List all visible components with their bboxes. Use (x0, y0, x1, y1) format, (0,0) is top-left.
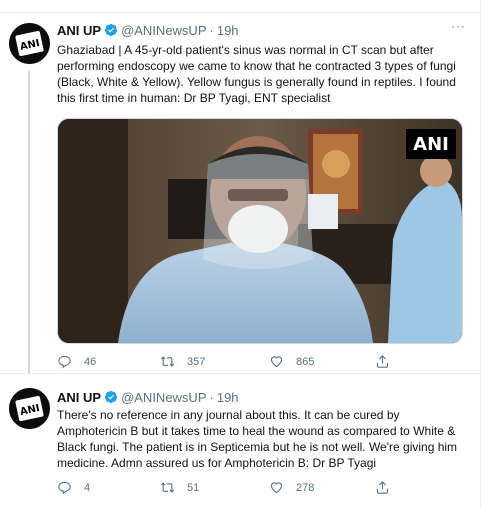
separator: · (209, 22, 214, 38)
tweet-text: There's no reference in any journal abou… (57, 408, 458, 470)
reply-icon (58, 355, 71, 369)
retweet-button[interactable]: 357 (160, 354, 205, 369)
retweet-count: 51 (187, 481, 200, 494)
reply-count: 46 (84, 355, 97, 368)
share-button[interactable] (375, 480, 402, 495)
ani-logo-avatar: ANI (9, 388, 50, 429)
like-icon (270, 482, 283, 494)
like-button[interactable]: 278 (269, 480, 314, 495)
media-watermark: ANI (406, 129, 456, 159)
reply-icon (58, 481, 71, 495)
author-handle[interactable]: @ANINewsUP (121, 23, 206, 38)
tweet-media-video[interactable]: ANI (57, 118, 463, 344)
author-handle[interactable]: @ANINewsUP (121, 390, 206, 405)
action-bar: 46 357 865 (57, 354, 389, 372)
top-divider (0, 0, 481, 13)
like-count: 865 (296, 355, 315, 368)
author-avatar[interactable]: ANI (9, 388, 50, 429)
author-name[interactable]: ANI UP (57, 390, 101, 405)
like-icon (270, 356, 283, 368)
share-icon (376, 481, 389, 494)
thread-connector (28, 71, 30, 373)
retweet-icon (160, 482, 175, 493)
author-name[interactable]: ANI UP (57, 23, 101, 38)
retweet-button[interactable]: 51 (160, 480, 199, 495)
like-button[interactable]: 865 (269, 354, 314, 369)
author-avatar[interactable]: ANI (9, 23, 50, 64)
ani-logo-avatar: ANI (9, 23, 50, 64)
retweet-icon (160, 356, 175, 367)
tweet-2[interactable]: ANI ANI UP @ANINewsUP · 19h There's no r… (0, 374, 480, 508)
video-frame (58, 119, 462, 343)
tweet-header: ANI UP @ANINewsUP · 19h (57, 21, 239, 39)
reply-button[interactable]: 46 (57, 354, 96, 369)
verified-badge-icon (104, 23, 118, 37)
action-bar: 4 51 278 (57, 480, 389, 498)
share-icon (376, 355, 389, 368)
separator: · (209, 389, 214, 405)
reply-count: 4 (84, 481, 91, 494)
retweet-count: 357 (187, 355, 206, 368)
more-icon[interactable]: ··· (451, 19, 466, 33)
tweet-header: ANI UP @ANINewsUP · 19h (57, 388, 239, 406)
reply-button[interactable]: 4 (57, 480, 90, 495)
tweet-text: Ghaziabad | A 45-yr-old patient's sinus … (57, 43, 456, 105)
verified-badge-icon (104, 390, 118, 404)
like-count: 278 (296, 481, 315, 494)
timestamp[interactable]: 19h (217, 23, 239, 38)
timestamp[interactable]: 19h (217, 390, 239, 405)
tweet-1[interactable]: ANI ANI UP @ANINewsUP · 19h ··· Ghaziaba… (0, 13, 480, 374)
share-button[interactable] (375, 354, 402, 369)
